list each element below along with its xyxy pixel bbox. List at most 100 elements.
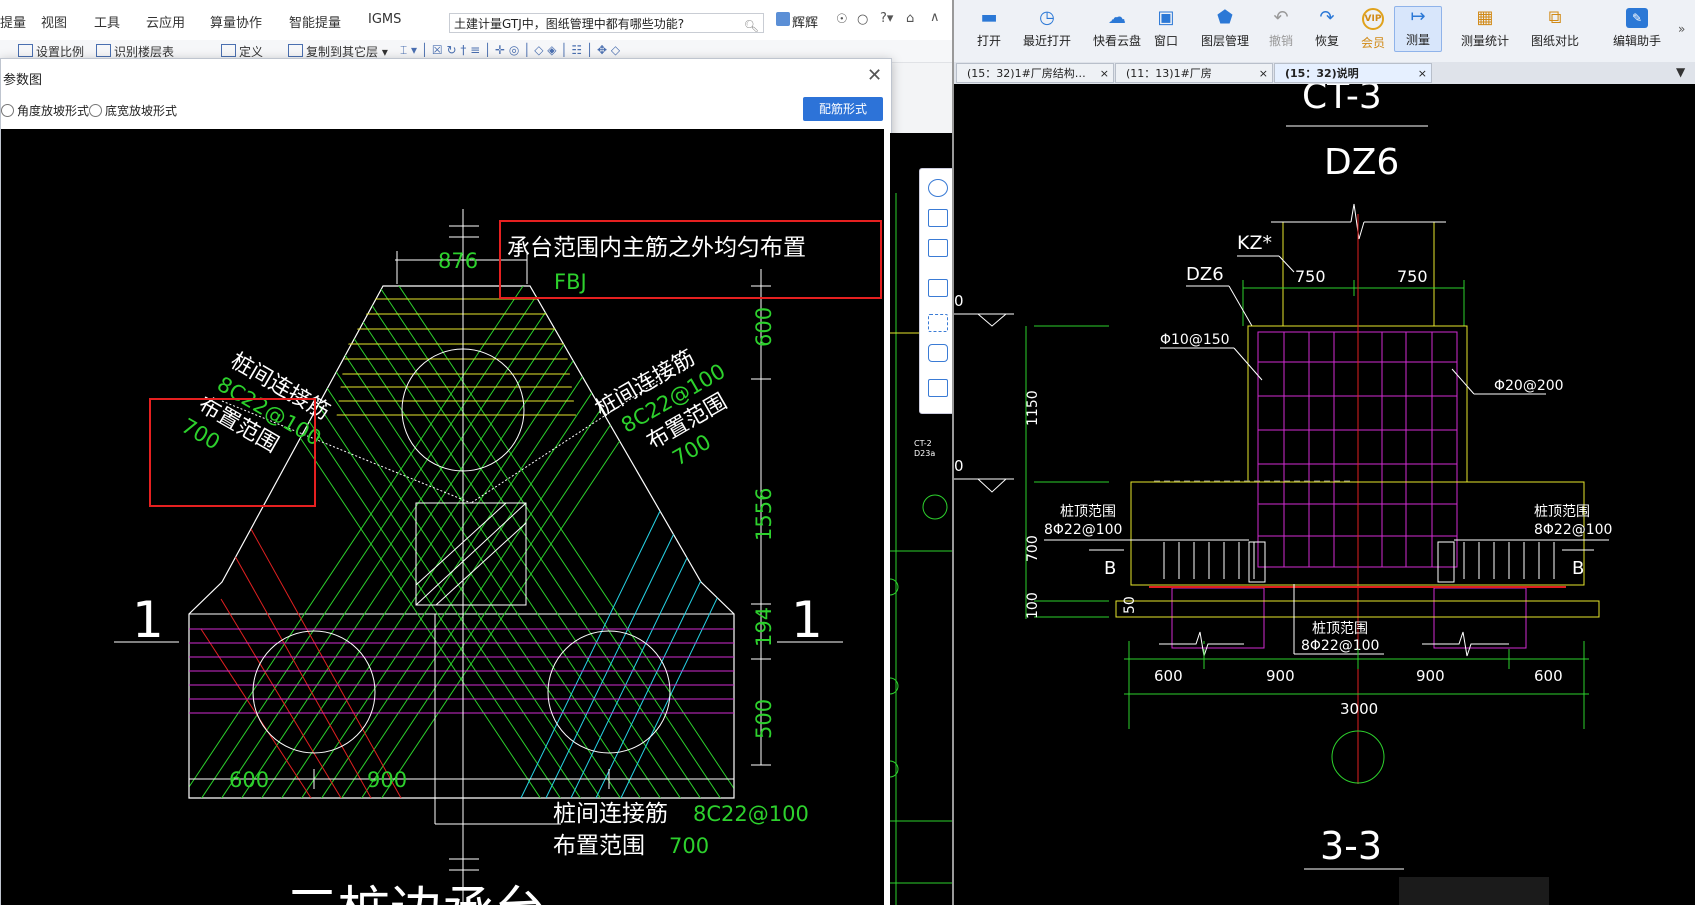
dim-700: 700: [1025, 535, 1041, 562]
dim-900-left: 900: [1266, 667, 1295, 685]
headset-icon[interactable]: ☉: [836, 12, 848, 27]
cap-drawing-svg: 876 600 1556 194 500 600 900 1 1 承台范围内主筋…: [114, 209, 882, 905]
menu-bar: 提量 视图 工具 云应用 算量协作 智能提量 IGMS 土建计量GTJ中，图纸管…: [0, 0, 952, 40]
search-icon[interactable]: 🔍︎: [744, 16, 759, 32]
radio-angle-slope[interactable]: 角度放坡形式: [1, 102, 89, 119]
fullscreen-icon[interactable]: [928, 314, 948, 332]
status-strip: [1399, 877, 1549, 905]
misc-tool-icons[interactable]: ⌶ ▾ │ ☒ ↻ † ≡ │ ✛ ◎ │ ◇ ◈ │ ☷ │ ✥ ◇: [400, 43, 620, 58]
pile-top-mid-1: 桩顶范围: [1312, 620, 1368, 637]
menu-item-cloud[interactable]: 云应用: [146, 12, 185, 31]
section-drawing-svg: CT-3 DZ6 KZ* 750 750 DZ6 Φ10@150 Φ20@200…: [954, 84, 1612, 905]
section-mark-right: 1: [791, 591, 823, 649]
close-icon[interactable]: ×: [1100, 64, 1109, 82]
box-view-icon[interactable]: [928, 344, 948, 362]
tab-3-active[interactable]: (15：32)说明 ×: [1274, 63, 1432, 83]
redo-label: 恢复: [1314, 34, 1339, 48]
menu-item-collab[interactable]: 算量协作: [210, 12, 262, 31]
magenta-rebar: [189, 628, 734, 714]
dim-3000: 3000: [1340, 700, 1378, 718]
cap-drawing-canvas[interactable]: 876 600 1556 194 500 600 900 1 1 承台范围内主筋…: [1, 129, 884, 905]
vertical-view-toolbar: [919, 168, 952, 414]
user-name[interactable]: 辉辉: [792, 12, 818, 31]
menu-item-tiliang[interactable]: 提量: [0, 12, 26, 31]
shirt-icon[interactable]: ⌂: [906, 11, 914, 26]
pile-top-left-2: 8Φ22@100: [1044, 522, 1122, 538]
layer-manage-label: 图层管理: [1200, 34, 1249, 48]
dim-750-right: 750: [1397, 267, 1428, 286]
pile-top-mid-2: 8Φ22@100: [1301, 638, 1379, 654]
dim-600-left: 600: [1154, 667, 1183, 685]
identify-floor-label: 识别楼层表: [114, 45, 175, 59]
bottom-note-1b: 8C22@100: [693, 802, 809, 826]
menu-item-igms[interactable]: IGMS: [368, 12, 401, 27]
pile-top-right-1: 桩顶范围: [1534, 503, 1590, 520]
menu-item-smart[interactable]: 智能提量: [289, 12, 341, 31]
compare-button[interactable]: ⧉ 图纸对比: [1517, 8, 1593, 49]
left-application-window: 提量 视图 工具 云应用 算量协作 智能提量 IGMS 土建计量GTJ中，图纸管…: [0, 0, 952, 905]
measure-icon: ↦: [1410, 6, 1426, 27]
tab-2[interactable]: (11：13)1#厂房 ×: [1115, 63, 1273, 83]
menu-item-view[interactable]: 视图: [41, 12, 67, 31]
cyan-rebar: [520, 508, 734, 798]
dim-50: 50: [1122, 596, 1138, 614]
tab-1[interactable]: (15：32)1#厂房结构… ×: [956, 63, 1114, 83]
toolbar-more-icon[interactable]: »: [1678, 22, 1685, 36]
section-title-top: CT-3: [1302, 84, 1382, 117]
menu-item-tools[interactable]: 工具: [94, 12, 120, 31]
measure-button[interactable]: ↦ 测量: [1394, 6, 1442, 52]
radio-width-slope[interactable]: 底宽放坡形式: [89, 102, 177, 119]
view-3d-icon[interactable]: [928, 209, 948, 227]
view-list-icon[interactable]: [928, 379, 948, 397]
measure-stats-icon: ▦: [1476, 7, 1494, 28]
dz6-label: DZ6: [1186, 264, 1224, 285]
chat-icon[interactable]: ○: [857, 12, 868, 27]
help-icon[interactable]: ?▾: [880, 11, 893, 26]
measure-stats-button[interactable]: ▦ 测量统计: [1447, 8, 1523, 49]
tab-dropdown-icon[interactable]: ▼: [1676, 65, 1685, 79]
clock-icon: ◷: [1039, 7, 1055, 28]
mini-label-d23a: D23a: [914, 449, 935, 458]
tab-2-label: (11：13)1#厂房: [1126, 67, 1212, 80]
radio-width-label: 底宽放坡形式: [105, 104, 178, 118]
cube-solid-icon[interactable]: [928, 279, 948, 297]
cube-icon[interactable]: [928, 239, 948, 257]
right-rebar-note: 桩间连接筋 8C22@100 布置范围 700: [592, 346, 732, 471]
edit-assistant-button[interactable]: ✎ 编辑助手: [1599, 8, 1675, 49]
close-icon[interactable]: ×: [1259, 64, 1268, 82]
section-b-left: B: [1104, 558, 1116, 579]
cloud-label: 快看云盘: [1092, 34, 1141, 48]
section-b-right: B: [1572, 558, 1584, 579]
right-application-window: ▬ 打开 ◷ 最近打开 ☁ 快看云盘 ▣ 窗口 ⬟ 图层管理 ↶ 撤销 ↷ 恢复 VIP 会员 …: [952, 0, 1695, 905]
yellow-rebar-top: [332, 298, 581, 416]
recent-button[interactable]: ◷ 最近打开: [1009, 8, 1085, 49]
cloud-icon: ☁: [1108, 7, 1126, 28]
undo-label: 撤销: [1268, 34, 1293, 48]
dim-bottom-900: 900: [367, 768, 407, 792]
compare-label: 图纸对比: [1530, 34, 1579, 48]
pile-top-left-1: 桩顶范围: [1060, 503, 1116, 520]
layers-icon: ⬟: [1217, 7, 1233, 28]
section-mark-left: 1: [132, 591, 164, 649]
dim-194: 194: [752, 607, 776, 647]
collapse-icon[interactable]: ∧: [930, 10, 940, 25]
pile-top-right-2: 8Φ22@100: [1534, 522, 1612, 538]
dim-top-876: 876: [438, 249, 478, 273]
close-icon[interactable]: ×: [1418, 64, 1427, 82]
search-input[interactable]: 土建计量GTJ中，图纸管理中都有哪些功能? 🔍︎: [449, 13, 764, 33]
measure-label: 测量: [1405, 33, 1430, 47]
redo-icon: ↷: [1319, 7, 1335, 28]
close-icon[interactable]: ✕: [867, 65, 882, 86]
compare-icon: ⧉: [1548, 7, 1562, 28]
vip-icon: VIP: [1362, 8, 1384, 30]
kz-label: KZ*: [1237, 232, 1272, 254]
rebar-form-button[interactable]: 配筋形式: [803, 97, 883, 121]
section-drawing-canvas[interactable]: CT-3 DZ6 KZ* 750 750 DZ6 Φ10@150 Φ20@200…: [954, 84, 1695, 905]
edit-assistant-icon: ✎: [1626, 8, 1648, 28]
orbit-icon[interactable]: [928, 179, 948, 197]
bottom-note-2a: 布置范围: [553, 833, 645, 859]
pile-head-rebar: [1163, 541, 1555, 583]
user-avatar[interactable]: [776, 12, 790, 26]
tab-1-label: (15：32)1#厂房结构…: [967, 67, 1086, 80]
note-in-cap: 承台范围内主筋之外均匀布置: [507, 235, 806, 261]
